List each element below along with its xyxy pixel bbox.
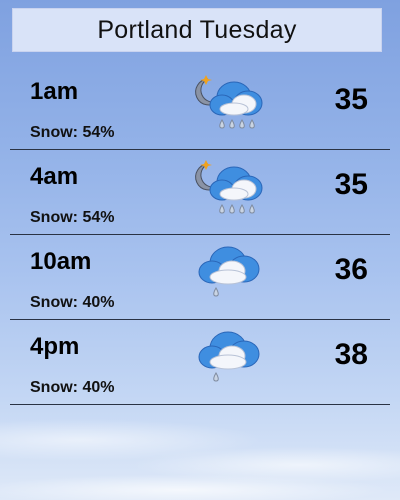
cloud-light-snow-icon [188, 326, 270, 398]
forecast-time: 4pm [30, 333, 80, 360]
forecast-row: 1am Snow: 54% 35 [10, 65, 390, 150]
snow-chance: Snow: 54% [30, 124, 115, 141]
forecast-temperature: 38 [334, 338, 368, 371]
forecast-time: 4am [30, 163, 79, 190]
page-title: Portland Tuesday [97, 15, 297, 44]
snow-chance: Snow: 54% [30, 209, 115, 226]
snow-chance: Snow: 40% [30, 294, 115, 311]
forecast-list: 1am Snow: 54% 35 4am Snow: 54% 35 10am S… [10, 65, 390, 405]
forecast-row: 4pm Snow: 40% 38 [10, 320, 390, 405]
snow-chance: Snow: 40% [30, 379, 115, 396]
cloud-light-snow-icon [188, 241, 270, 313]
forecast-row: 10am Snow: 40% 36 [10, 235, 390, 320]
forecast-row: 4am Snow: 54% 35 [10, 150, 390, 235]
forecast-temperature: 36 [334, 253, 368, 286]
forecast-time: 1am [30, 78, 79, 105]
forecast-temperature: 35 [334, 83, 368, 116]
forecast-temperature: 35 [334, 168, 368, 201]
night-cloud-snow-icon [188, 156, 270, 228]
page-title-bar: Portland Tuesday [12, 8, 382, 52]
night-cloud-snow-icon [188, 71, 270, 143]
forecast-time: 10am [30, 248, 92, 275]
